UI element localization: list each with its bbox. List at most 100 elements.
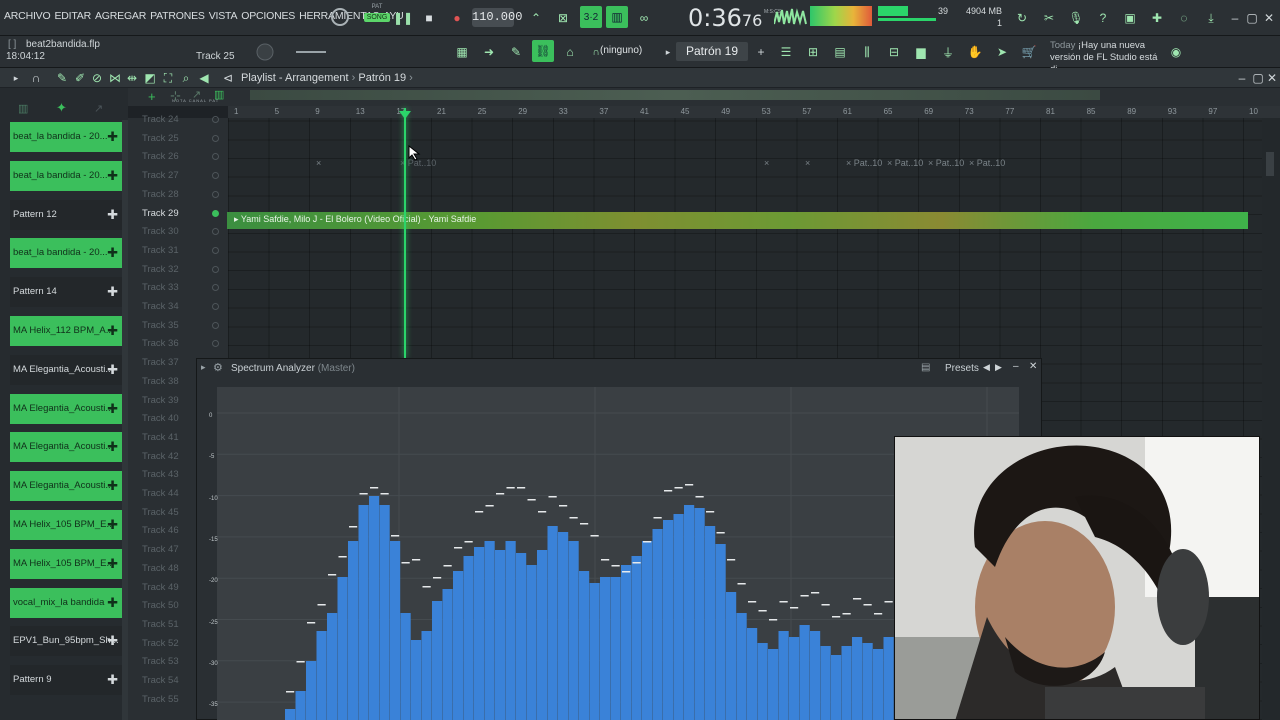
track-header[interactable]: Track 54: [142, 675, 179, 686]
menu-editar[interactable]: EDITAR: [54, 10, 91, 22]
plugin-picker-icon[interactable]: ⏚: [938, 42, 958, 62]
track-header[interactable]: Track 49: [142, 582, 179, 593]
track-mute-icon[interactable]: [212, 228, 219, 236]
channel-rack-icon[interactable]: ▤: [830, 42, 850, 62]
select-tool-icon[interactable]: ⛶: [158, 68, 178, 88]
menu-patrones[interactable]: PATRONES: [150, 10, 205, 22]
add-clip-icon[interactable]: ✚: [107, 238, 118, 268]
clip-item[interactable]: Pattern 14 ✚: [10, 277, 122, 308]
pattern-clip-marker[interactable]: ×: [764, 158, 769, 168]
pattern-clip-marker[interactable]: ×: [805, 158, 810, 168]
track-header[interactable]: Track 28: [142, 189, 179, 200]
track-header[interactable]: Track 53: [142, 656, 179, 667]
track-header[interactable]: Track 27: [142, 170, 179, 181]
wait-input-icon[interactable]: ⊠: [553, 8, 573, 28]
playlist-menu-arrow-icon[interactable]: ▸: [6, 68, 26, 88]
add-clip-icon[interactable]: ✚: [107, 200, 118, 230]
slip-tool-icon[interactable]: ⇹: [122, 68, 142, 88]
pencil-tool-icon[interactable]: ✎: [52, 68, 72, 88]
delete-tool-icon[interactable]: ⊘: [87, 68, 107, 88]
add-clip-icon[interactable]: ✚: [107, 665, 118, 695]
clip-item[interactable]: MA Elegantia_Acousti... ✚: [10, 471, 122, 502]
clip-item[interactable]: beat_la bandida - 20... ✚: [10, 122, 122, 152]
spectrum-close-icon[interactable]: ✕: [1029, 361, 1037, 372]
track-header[interactable]: Track 34: [142, 301, 179, 312]
record-mode-knob-icon[interactable]: [330, 7, 350, 27]
add-clip-icon[interactable]: ✚: [107, 355, 118, 385]
add-clip-icon[interactable]: ✚: [107, 626, 118, 656]
master-pitch-slider[interactable]: [296, 51, 326, 53]
track-header[interactable]: Track 36: [142, 338, 179, 349]
add-clip-icon[interactable]: ✚: [107, 161, 118, 191]
download-icon[interactable]: ⤓: [1201, 8, 1221, 28]
clip-item[interactable]: MA Elegantia_Acousti... ✚: [10, 432, 122, 463]
pattern-clip[interactable]: × Pat..10: [969, 158, 1005, 168]
pat-song-toggle[interactable]: PAT SONG: [364, 4, 390, 32]
track-header[interactable]: Track 50: [142, 600, 179, 611]
spectrum-menu-arrow-icon[interactable]: ▸: [201, 362, 206, 373]
add-clip-icon[interactable]: ✚: [107, 277, 118, 307]
track-header[interactable]: Track 38: [142, 376, 179, 387]
menu-archivo[interactable]: ARCHIVO: [4, 10, 51, 22]
track-mute-icon[interactable]: [212, 321, 219, 329]
metronome-icon[interactable]: ⌃: [526, 8, 546, 28]
browser-icon[interactable]: ⊟: [884, 42, 904, 62]
stamp-icon[interactable]: ⌂: [560, 42, 580, 62]
pattern-clip[interactable]: × Pat..10: [928, 158, 964, 168]
add-clip-icon[interactable]: ✚: [107, 588, 118, 618]
clip-item[interactable]: vocal_mix_la bandida ✚: [10, 587, 122, 618]
add-clip-icon[interactable]: ✚: [107, 316, 118, 346]
tab-nota[interactable]: NOTA: [172, 98, 187, 103]
globe-icon[interactable]: ◉: [1166, 42, 1186, 62]
record-button[interactable]: ●: [447, 8, 467, 28]
help-icon[interactable]: ?: [1093, 8, 1113, 28]
cart-icon[interactable]: 🛒: [1019, 42, 1039, 62]
add-clip-icon[interactable]: ✚: [107, 471, 118, 501]
plugin-icon[interactable]: ✚: [1147, 8, 1167, 28]
playlist-close-icon[interactable]: ✕: [1262, 68, 1280, 88]
headphones-icon[interactable]: ∩: [26, 68, 46, 88]
clip-item[interactable]: EPV1_Bun_95bpm_Sh... ✚: [10, 626, 122, 657]
piano-roll-icon[interactable]: ▦: [452, 42, 472, 62]
blend-notes-icon[interactable]: ▥: [606, 6, 628, 28]
track-header[interactable]: Track 30: [142, 226, 179, 237]
timeline-ruler[interactable]: 1591317212529333741454953576165697377818…: [228, 106, 1280, 118]
track-mute-icon[interactable]: [212, 116, 219, 123]
track-header[interactable]: Track 24: [142, 114, 179, 125]
track-mute-icon[interactable]: [212, 265, 219, 273]
pattern-clip-marker[interactable]: ×: [316, 158, 321, 168]
send-icon[interactable]: ➤: [992, 42, 1012, 62]
chat-icon[interactable]: ◌: [1174, 8, 1194, 28]
track-header[interactable]: Track 31: [142, 245, 179, 256]
close-window-icon[interactable]: ✕: [1259, 8, 1279, 28]
track-header[interactable]: Track 40: [142, 413, 179, 424]
track-mute-icon[interactable]: [212, 246, 219, 254]
slice-tool-icon[interactable]: ◩: [140, 68, 160, 88]
stop-button[interactable]: ■: [419, 8, 439, 28]
track-mute-icon[interactable]: [212, 303, 219, 310]
add-track-icon[interactable]: +: [148, 89, 156, 104]
song-position-clock[interactable]: 0:3676: [688, 4, 762, 32]
track-header[interactable]: Track 29: [142, 208, 179, 219]
preset-next-icon[interactable]: ▶: [995, 362, 1002, 373]
microphone-icon[interactable]: 🎙: [1066, 8, 1086, 28]
clip-item[interactable]: beat_la bandida - 20... ✚: [10, 160, 122, 191]
track-header[interactable]: Track 26: [142, 151, 179, 162]
menu-agregar[interactable]: AGREGAR: [95, 10, 146, 22]
project-icon[interactable]: ▆: [911, 42, 931, 62]
track-header[interactable]: Track 48: [142, 563, 179, 574]
touch-keyboard-icon[interactable]: ✋: [965, 42, 985, 62]
playlist-icon[interactable]: ☰: [776, 42, 796, 62]
snap-selector[interactable]: (ninguno): [600, 45, 642, 56]
arrow-right-icon[interactable]: ➜: [479, 42, 499, 62]
clip-item[interactable]: MA Elegantia_Acousti... ✚: [10, 354, 122, 385]
playback-tool-icon[interactable]: ◀: [194, 68, 214, 88]
track-header[interactable]: Track 39: [142, 395, 179, 406]
presets-button[interactable]: Presets: [945, 363, 979, 374]
menu-opciones[interactable]: OPCIONES: [241, 10, 295, 22]
picker-automation-icon[interactable]: ↗: [94, 102, 103, 115]
clip-item[interactable]: Pattern 12 ✚: [10, 199, 122, 230]
track-mute-icon[interactable]: [212, 209, 219, 217]
scroll-thumb[interactable]: [1266, 152, 1274, 176]
playlist-nav-icon[interactable]: ⊲: [218, 68, 238, 88]
